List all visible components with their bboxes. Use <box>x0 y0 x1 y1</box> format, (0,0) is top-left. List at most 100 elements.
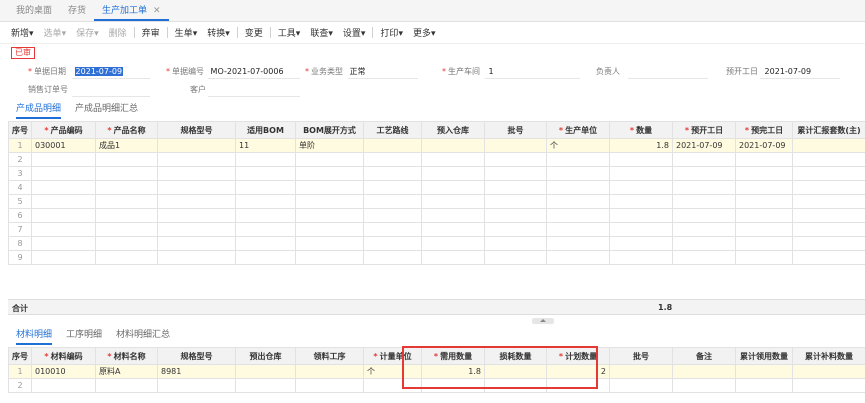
tab-process-detail[interactable]: 工序明细 <box>66 327 102 345</box>
tab-product-summary[interactable]: 产成品明细汇总 <box>75 101 138 119</box>
table-cell[interactable]: 4 <box>8 180 32 195</box>
table-row[interactable]: 3 <box>8 166 865 181</box>
tab-material-detail[interactable]: 材料明细 <box>16 327 53 345</box>
workshop-field[interactable]: * 生产车间 1 <box>442 66 494 77</box>
column-header[interactable]: * 产品编码 <box>31 121 96 139</box>
table-cell[interactable]: 9 <box>8 250 32 265</box>
table-cell[interactable]: 6 <box>8 208 32 223</box>
table-cell[interactable] <box>484 194 547 209</box>
table-cell[interactable] <box>609 194 673 209</box>
table-cell[interactable]: 7 <box>8 222 32 237</box>
table-cell[interactable] <box>609 236 673 251</box>
table-cell[interactable] <box>295 208 364 223</box>
table-cell[interactable] <box>609 180 673 195</box>
table-cell[interactable]: 1 <box>8 138 32 153</box>
column-header[interactable]: * 产品名称 <box>95 121 158 139</box>
biztype-value[interactable]: 正常 <box>350 67 366 76</box>
table-cell[interactable] <box>95 180 158 195</box>
table-cell[interactable] <box>31 194 96 209</box>
table-cell[interactable] <box>735 152 793 167</box>
table-cell[interactable] <box>484 166 547 181</box>
table-cell[interactable] <box>484 250 547 265</box>
table-cell[interactable] <box>363 222 422 237</box>
table-cell[interactable] <box>672 194 736 209</box>
table-cell[interactable] <box>363 208 422 223</box>
table-cell[interactable] <box>31 222 96 237</box>
more-button[interactable]: 更多▾ <box>408 26 441 39</box>
table-cell[interactable] <box>792 166 865 181</box>
customer-field[interactable]: 客户 <box>190 84 206 95</box>
table-cell[interactable] <box>735 166 793 181</box>
table-cell[interactable] <box>363 194 422 209</box>
column-header[interactable]: 规格型号 <box>157 347 236 365</box>
table-cell[interactable] <box>792 194 865 209</box>
table-cell[interactable] <box>95 378 158 393</box>
table-cell[interactable] <box>235 166 296 181</box>
new-button[interactable]: 新增▾ <box>6 26 39 39</box>
table-cell[interactable] <box>31 180 96 195</box>
delete-button[interactable]: 删除 <box>104 26 132 39</box>
owner-field[interactable]: 负责人 <box>596 66 620 77</box>
number-value[interactable]: MO-2021-07-0006 <box>211 67 284 76</box>
table-cell[interactable] <box>235 250 296 265</box>
table-cell[interactable] <box>295 364 364 379</box>
table-cell[interactable] <box>792 152 865 167</box>
table-cell[interactable]: 5 <box>8 194 32 209</box>
table-cell[interactable] <box>421 236 485 251</box>
table-cell[interactable] <box>235 236 296 251</box>
column-header[interactable]: 累计领用数量 <box>735 347 793 365</box>
table-cell[interactable]: 11 <box>235 138 296 153</box>
table-cell[interactable] <box>546 180 610 195</box>
column-header[interactable]: 累计补料数量 <box>792 347 865 365</box>
table-cell[interactable] <box>95 166 158 181</box>
table-cell[interactable] <box>157 152 236 167</box>
table-cell[interactable] <box>484 180 547 195</box>
column-header[interactable]: 备注 <box>672 347 736 365</box>
table-cell[interactable] <box>609 222 673 237</box>
date-field[interactable]: * 单据日期 2021-07-09 <box>28 66 124 77</box>
table-cell[interactable]: 8 <box>8 236 32 251</box>
table-row[interactable]: 8 <box>8 236 865 251</box>
table-cell[interactable] <box>235 194 296 209</box>
table-cell[interactable] <box>295 378 364 393</box>
generate-button[interactable]: 生单▾ <box>170 26 203 39</box>
table-cell[interactable] <box>235 222 296 237</box>
table-cell[interactable] <box>421 138 485 153</box>
table-cell[interactable] <box>31 378 96 393</box>
table-cell[interactable] <box>235 378 296 393</box>
table-cell[interactable] <box>546 222 610 237</box>
table-cell[interactable] <box>95 208 158 223</box>
table-cell[interactable] <box>735 250 793 265</box>
table-cell[interactable] <box>157 166 236 181</box>
table-cell[interactable]: 030001 <box>31 138 96 153</box>
table-cell[interactable]: 单阶 <box>295 138 364 153</box>
table-cell[interactable] <box>95 222 158 237</box>
table-cell[interactable]: 2021-07-09 <box>735 138 793 153</box>
column-header[interactable]: 批号 <box>609 347 673 365</box>
table-cell[interactable] <box>295 236 364 251</box>
table-cell[interactable] <box>157 194 236 209</box>
table-cell[interactable] <box>295 180 364 195</box>
table-cell[interactable] <box>295 166 364 181</box>
table-cell[interactable] <box>546 166 610 181</box>
table-cell[interactable]: 原料A <box>95 364 158 379</box>
column-header[interactable]: * 材料名称 <box>95 347 158 365</box>
table-cell[interactable] <box>484 236 547 251</box>
close-icon[interactable]: ✕ <box>153 6 161 16</box>
table-cell[interactable] <box>672 222 736 237</box>
sales-order-field[interactable]: 销售订单号 <box>28 84 68 95</box>
convert-button[interactable]: 转换▾ <box>202 26 235 39</box>
date-value[interactable]: 2021-07-09 <box>74 67 124 76</box>
table-cell[interactable] <box>484 152 547 167</box>
table-cell[interactable] <box>235 152 296 167</box>
table-cell[interactable] <box>421 180 485 195</box>
table-cell[interactable] <box>792 364 865 379</box>
table-cell[interactable]: 010010 <box>31 364 96 379</box>
column-header[interactable]: 预出仓库 <box>235 347 296 365</box>
table-cell[interactable]: 3 <box>8 166 32 181</box>
table-cell[interactable] <box>672 208 736 223</box>
number-field[interactable]: * 单据编号 MO-2021-07-0006 <box>166 66 284 77</box>
table-cell[interactable] <box>421 222 485 237</box>
table-cell[interactable] <box>735 180 793 195</box>
table-cell[interactable] <box>735 364 793 379</box>
